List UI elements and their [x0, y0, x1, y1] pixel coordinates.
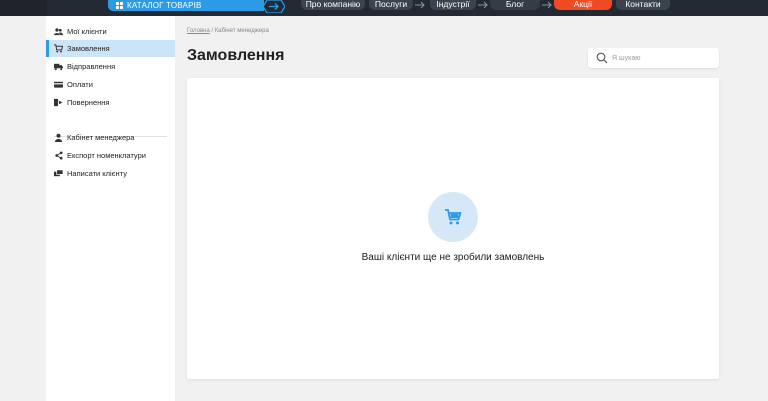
sidebar-item-my-clients[interactable]: Мої клієнти: [46, 23, 175, 40]
cart-icon: [54, 44, 63, 53]
return-icon: [54, 98, 63, 107]
breadcrumb-current: Кабінет менеджера: [214, 28, 269, 34]
empty-state-badge: [428, 192, 478, 242]
search-icon[interactable]: [596, 52, 608, 64]
users-icon: [54, 28, 63, 36]
sidebar-item-returns[interactable]: Повернення: [46, 94, 175, 111]
nav-promotions[interactable]: Акції: [554, 0, 612, 10]
grid-icon: [116, 2, 123, 9]
arrow-right-icon: [542, 1, 552, 9]
orders-panel: Ваші клієнти ще не зробили замовлень: [187, 78, 719, 379]
nav-industries[interactable]: Індустрії: [430, 0, 476, 10]
sidebar-item-manager-cabinet[interactable]: Кабінет менеджера: [46, 129, 175, 146]
page-title: Замовлення: [187, 47, 285, 64]
breadcrumb-home-link[interactable]: Головна: [187, 28, 210, 34]
user-icon: [54, 133, 63, 142]
sidebar-item-message-client[interactable]: Написати клієнту: [46, 165, 175, 182]
sidebar-item-shipments[interactable]: Відправлення: [46, 58, 175, 75]
breadcrumb-separator: /: [211, 28, 214, 34]
sidebar: Мої клієнти Замовлення Відправлення Опла…: [46, 16, 175, 401]
search-box[interactable]: [588, 48, 719, 68]
arrow-right-icon: [478, 1, 488, 9]
top-bar-left-panel: [0, 0, 47, 16]
catalog-button[interactable]: КАТАЛОГ ТОВАРІВ: [108, 0, 264, 11]
top-navigation-bar: КАТАЛОГ ТОВАРІВ Про компанію Послуги Інд…: [0, 0, 768, 16]
breadcrumb: Головна / Кабінет менеджера: [187, 28, 269, 34]
export-icon: [55, 151, 63, 160]
sidebar-item-payments[interactable]: Оплати: [46, 76, 175, 93]
sidebar-item-export[interactable]: Експорт номенклатури: [46, 147, 175, 164]
catalog-label: КАТАЛОГ ТОВАРІВ: [127, 1, 202, 10]
arrow-right-icon[interactable]: [263, 0, 285, 13]
cart-icon: [445, 209, 462, 225]
nav-blog[interactable]: Блог: [490, 0, 540, 10]
chat-icon: [54, 169, 63, 177]
sidebar-item-orders[interactable]: Замовлення: [46, 40, 175, 57]
truck-icon: [54, 63, 63, 71]
card-icon: [54, 81, 63, 88]
nav-contacts[interactable]: Контакти: [616, 0, 670, 10]
arrow-right-icon: [415, 1, 425, 9]
nav-about[interactable]: Про компанію: [301, 0, 365, 10]
search-input[interactable]: [612, 50, 712, 66]
empty-state-message: Ваші клієнти ще не зробили замовлень: [361, 252, 545, 263]
nav-services[interactable]: Послуги: [369, 0, 413, 10]
